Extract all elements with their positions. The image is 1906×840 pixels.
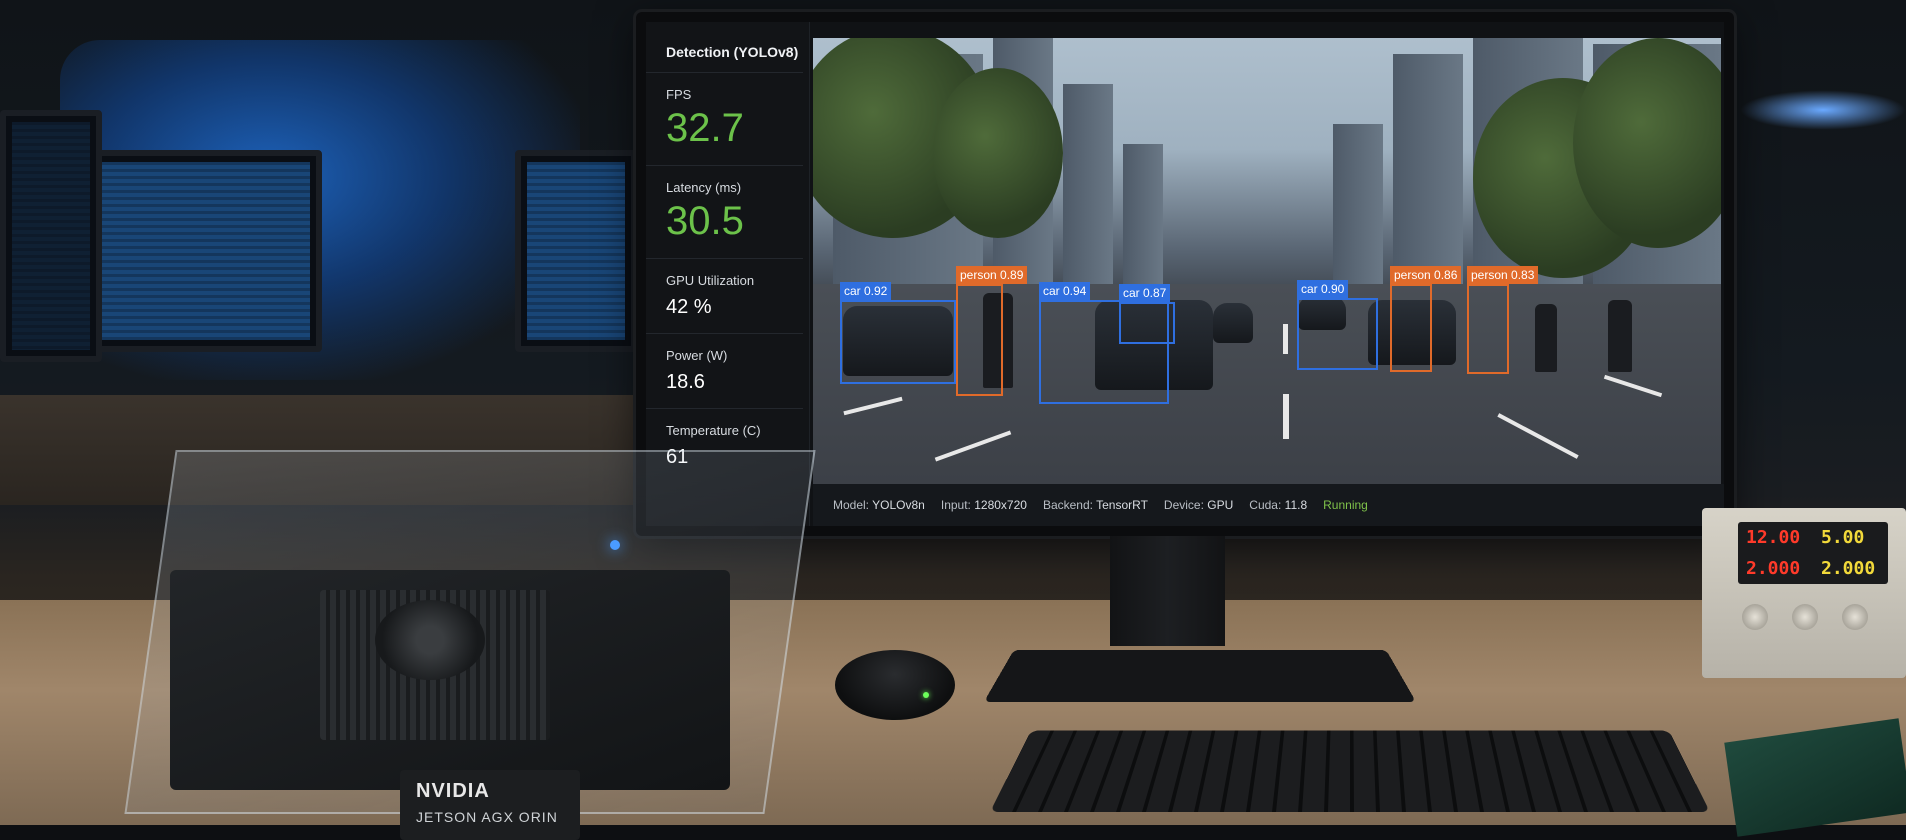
background-monitor-edge [0, 110, 102, 362]
psu-current-1: 5.00 [1821, 527, 1865, 548]
detection-label: car 0.87 [1119, 284, 1171, 302]
status-bar: Model: YOLOv8n Input: 1280x720 Backend: … [813, 484, 1724, 526]
building [1333, 124, 1383, 284]
tree [933, 68, 1063, 238]
status-device: Device: GPU [1163, 498, 1234, 512]
status-model: Model: YOLOv8n [833, 498, 925, 512]
detection-box-person: person 0.89 [956, 266, 1028, 396]
detection-box-person: person 0.83 [1467, 266, 1539, 374]
detection-label: person 0.89 [956, 266, 1028, 284]
psu-voltage-2: 2.000 [1746, 558, 1801, 579]
psu-display: 12.00 5.00 2.000 2.000 [1738, 522, 1888, 584]
detection-label: car 0.94 [1039, 282, 1091, 300]
psu-current-2: 2.000 [1821, 558, 1876, 579]
metric-label: FPS [666, 87, 692, 102]
fan-icon [375, 600, 485, 680]
metric-label: GPU Utilization [666, 273, 755, 288]
detection-label: person 0.83 [1467, 266, 1539, 284]
metric-value: 30.5 [666, 199, 744, 243]
detection-label: car 0.92 [840, 282, 892, 300]
metric-value: 32.7 [666, 106, 744, 150]
metric-label: Power (W) [666, 348, 728, 363]
building [1123, 144, 1163, 284]
panel-title: Detection (YOLOv8) [646, 22, 803, 73]
detection-box-car: car 0.92 [840, 282, 956, 384]
carrier-board: NVIDIA JETSON AGX ORIN [170, 570, 730, 840]
lane-marking [934, 430, 1012, 462]
metric-value: 42 % [666, 296, 712, 318]
detection-label: person 0.86 [1390, 266, 1462, 284]
status-backend: Backend: TensorRT [1042, 498, 1148, 512]
detection-label: car 0.90 [1297, 280, 1349, 298]
green-led-icon [923, 692, 929, 698]
status-cuda: Cuda: 11.8 [1249, 498, 1308, 512]
psu-voltage-1: 12.00 [1746, 527, 1801, 548]
nvidia-logo: NVIDIA [416, 780, 490, 802]
car [1213, 303, 1253, 343]
lane-marking [1283, 324, 1288, 354]
video-feed: car 0.92 person 0.89 car 0.94 car 0.87 c… [813, 38, 1721, 484]
building [1063, 84, 1113, 284]
metric-label: Latency (ms) [666, 180, 742, 195]
pedestrian [1535, 304, 1557, 372]
metric-latency: Latency (ms) 30.5 [646, 166, 803, 259]
metric-label: Temperature (C) [666, 423, 761, 438]
keyboard [990, 730, 1710, 812]
status-running-badge: Running [1323, 498, 1368, 512]
lane-marking [1283, 394, 1289, 439]
monitor-stand-base [983, 649, 1417, 703]
status-led-icon [610, 540, 620, 550]
detection-box-person: person 0.86 [1390, 266, 1462, 372]
detection-box-car: car 0.90 [1297, 280, 1378, 370]
bench-power-supply: 12.00 5.00 2.000 2.000 [1702, 508, 1906, 678]
device-model-label: JETSON AGX ORIN [416, 809, 558, 825]
detection-box-car: car 0.87 [1119, 284, 1175, 344]
building [1393, 54, 1463, 284]
metric-fps: FPS 32.7 [646, 73, 803, 166]
nvidia-logo-plate: NVIDIA JETSON AGX ORIN [400, 770, 580, 840]
metric-gpu-utilization: GPU Utilization 42 % [646, 259, 803, 334]
psu-knob-icon [1792, 604, 1818, 630]
background-right-glow [1740, 90, 1906, 130]
background-monitor-right [515, 150, 637, 352]
lane-marking [1497, 413, 1579, 459]
lane-marking [843, 396, 903, 416]
metric-power: Power (W) 18.6 [646, 334, 803, 409]
jetson-devkit: NVIDIA JETSON AGX ORIN [124, 450, 816, 840]
lane-marking [1603, 374, 1663, 398]
psu-knob-icon [1842, 604, 1868, 630]
puck-device [835, 650, 955, 720]
background-monitor-left [90, 150, 322, 352]
status-input: Input: 1280x720 [940, 498, 1027, 512]
pedestrian [1608, 300, 1632, 372]
metric-value: 18.6 [666, 371, 705, 393]
monitor-stand [1110, 536, 1225, 646]
psu-knob-icon [1742, 604, 1768, 630]
